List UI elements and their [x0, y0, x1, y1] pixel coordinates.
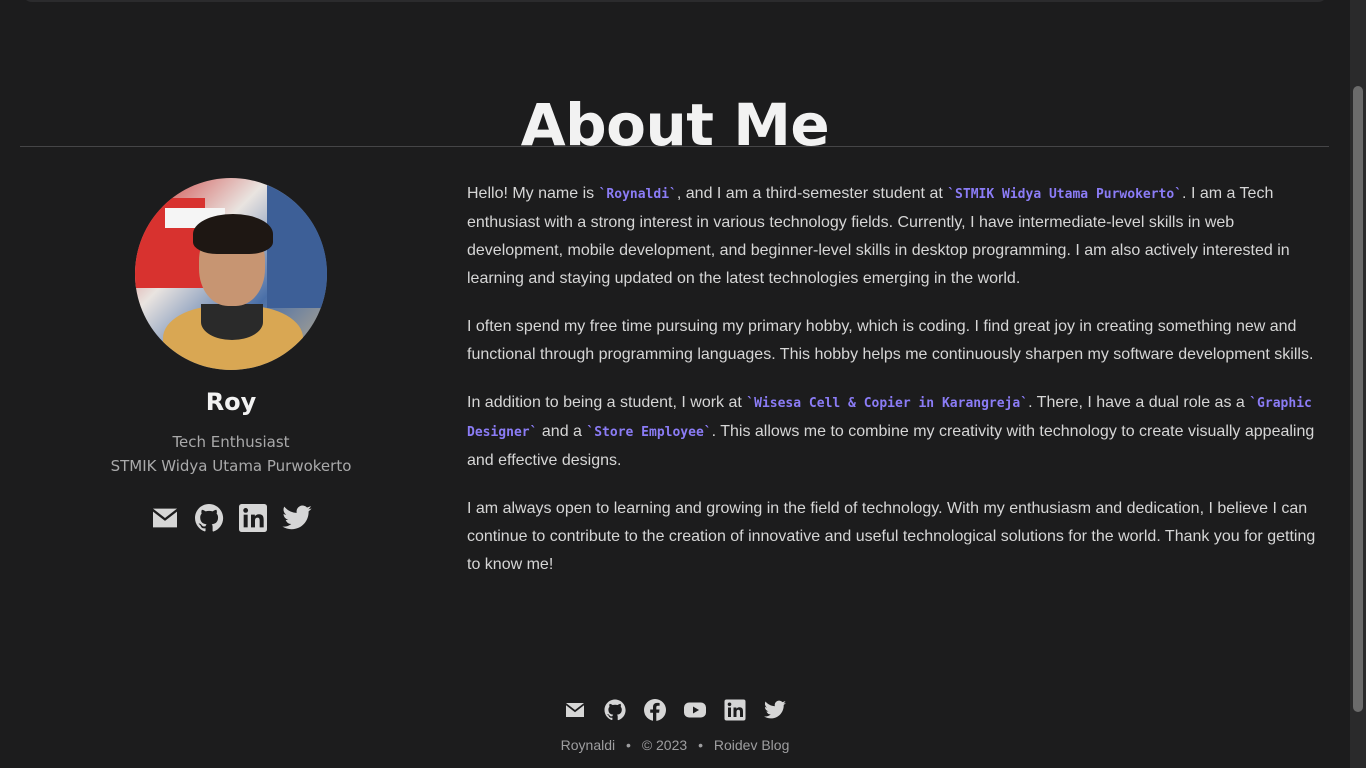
linkedin-icon[interactable]: [723, 698, 747, 722]
title-divider: [20, 146, 1329, 147]
footer-blog-link[interactable]: Roidev Blog: [714, 737, 790, 753]
about-paragraph-4: I am always open to learning and growing…: [467, 500, 1316, 573]
page-title: About Me: [520, 90, 830, 159]
avatar: [135, 178, 327, 370]
top-navbar-edge: [22, 0, 1328, 2]
facebook-icon[interactable]: [643, 698, 667, 722]
linkedin-icon[interactable]: [237, 502, 269, 534]
profile-role: Tech Enthusiast: [172, 433, 290, 451]
profile-card: Roy Tech Enthusiast STMIK Widya Utama Pu…: [60, 178, 402, 534]
scrollbar[interactable]: [1350, 0, 1366, 768]
twitter-icon[interactable]: [281, 502, 313, 534]
footer-text: Roynaldi • © 2023 • Roidev Blog: [0, 737, 1350, 753]
about-paragraph-1: Hello! My name is `Roynaldi`, and I am a…: [467, 185, 1290, 287]
github-icon[interactable]: [603, 698, 627, 722]
code-name: `Roynaldi`: [598, 187, 677, 202]
about-paragraph-2: I often spend my free time pursuing my p…: [467, 318, 1314, 363]
about-content: Hello! My name is `Roynaldi`, and I am a…: [467, 180, 1331, 599]
github-icon[interactable]: [193, 502, 225, 534]
footer-copyright: © 2023: [641, 737, 688, 753]
profile-name: Roy: [205, 388, 257, 416]
footer-separator: •: [698, 737, 703, 753]
code-school: `STMIK Widya Utama Purwokerto`: [947, 187, 1183, 202]
footer-social-links: [0, 698, 1350, 722]
about-paragraph-3: In addition to being a student, I work a…: [467, 394, 1315, 469]
youtube-icon[interactable]: [683, 698, 707, 722]
code-role-employee: `Store Employee`: [586, 425, 712, 440]
footer-author: Roynaldi: [560, 737, 616, 753]
mail-icon[interactable]: [149, 502, 181, 534]
profile-social-links: [60, 502, 402, 534]
mail-icon[interactable]: [563, 698, 587, 722]
twitter-icon[interactable]: [763, 698, 787, 722]
footer-separator: •: [626, 737, 631, 753]
scrollbar-thumb[interactable]: [1353, 86, 1363, 712]
code-workplace: `Wisesa Cell & Copier in Karangreja`: [746, 396, 1029, 411]
profile-school: STMIK Widya Utama Purwokerto: [110, 457, 352, 475]
